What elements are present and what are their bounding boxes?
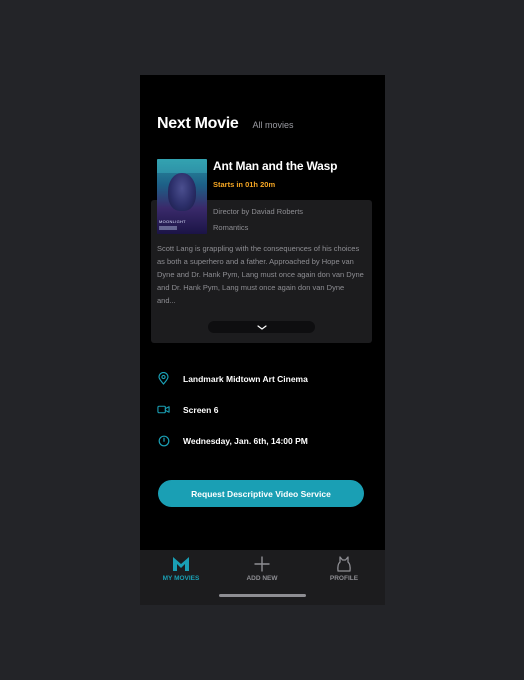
location-pin-icon [157, 372, 170, 385]
clock-icon [157, 434, 170, 447]
m-logo-icon [173, 557, 189, 571]
tab-my-movies[interactable]: MY MOVIES [146, 556, 216, 582]
movie-title: Ant Man and the Wasp [213, 159, 338, 173]
plus-icon [254, 556, 270, 572]
phone-screen: Next Movie All movies MOONLIGHT Ant Man … [140, 75, 385, 605]
synopsis-text: Scott Lang is grappling with the consequ… [157, 244, 364, 305]
director-text: Director by Daviad Roberts [213, 207, 304, 216]
expand-synopsis-button[interactable] [208, 321, 315, 333]
tab-profile[interactable]: PROFILE [309, 556, 379, 582]
venue-row: Landmark Midtown Art Cinema [157, 372, 308, 385]
video-camera-icon [157, 403, 170, 416]
profile-icon [337, 556, 351, 572]
venue-text: Landmark Midtown Art Cinema [183, 373, 308, 384]
home-indicator [219, 594, 306, 597]
starts-in-text: Starts in 01h 20m [213, 180, 276, 189]
poster-subtitle [159, 226, 177, 230]
poster-stripe [157, 159, 207, 173]
tab-label-add-new: ADD NEW [246, 575, 278, 582]
datetime-row: Wednesday, Jan. 6th, 14:00 PM [157, 434, 308, 447]
all-movies-link[interactable]: All movies [252, 120, 293, 130]
tab-bar: MY MOVIES ADD NEW PROFILE [140, 550, 385, 605]
tab-label-profile: PROFILE [329, 575, 359, 582]
header: Next Movie All movies [157, 115, 294, 133]
movie-poster[interactable]: MOONLIGHT [157, 159, 207, 234]
page-title: Next Movie [157, 115, 239, 132]
screen-text: Screen 6 [183, 404, 219, 415]
chevron-down-icon [256, 324, 267, 330]
poster-face [168, 173, 196, 211]
tab-label-my-movies: MY MOVIES [162, 575, 200, 582]
screen-row: Screen 6 [157, 403, 218, 416]
poster-title: MOONLIGHT [159, 219, 186, 224]
request-descriptive-video-button[interactable]: Request Descriptive Video Service [158, 480, 364, 507]
tab-add-new[interactable]: ADD NEW [227, 556, 297, 582]
datetime-text: Wednesday, Jan. 6th, 14:00 PM [183, 435, 308, 446]
genre-text: Romantics [213, 223, 249, 232]
